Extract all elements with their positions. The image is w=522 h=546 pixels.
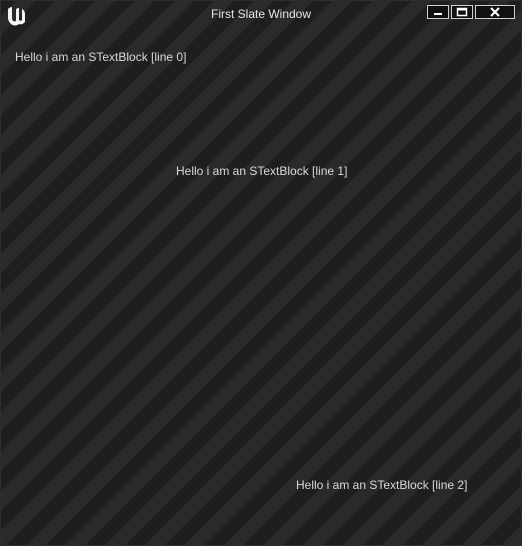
text-block-line-0: Hello i am an STextBlock [line 0] [15, 50, 187, 64]
window-controls [427, 5, 515, 19]
text-block-line-2: Hello i am an STextBlock [line 2] [296, 478, 468, 492]
minimize-icon [434, 13, 442, 15]
minimize-button[interactable] [427, 5, 449, 19]
close-icon [490, 7, 500, 17]
title-bar[interactable]: First Slate Window [1, 1, 521, 29]
maximize-button[interactable] [451, 5, 473, 19]
close-button[interactable] [475, 5, 515, 19]
maximize-icon [456, 7, 468, 17]
text-block-line-1: Hello i am an STextBlock [line 1] [176, 164, 348, 178]
slate-window: First Slate Window Hello i am an STextBl… [0, 0, 522, 546]
